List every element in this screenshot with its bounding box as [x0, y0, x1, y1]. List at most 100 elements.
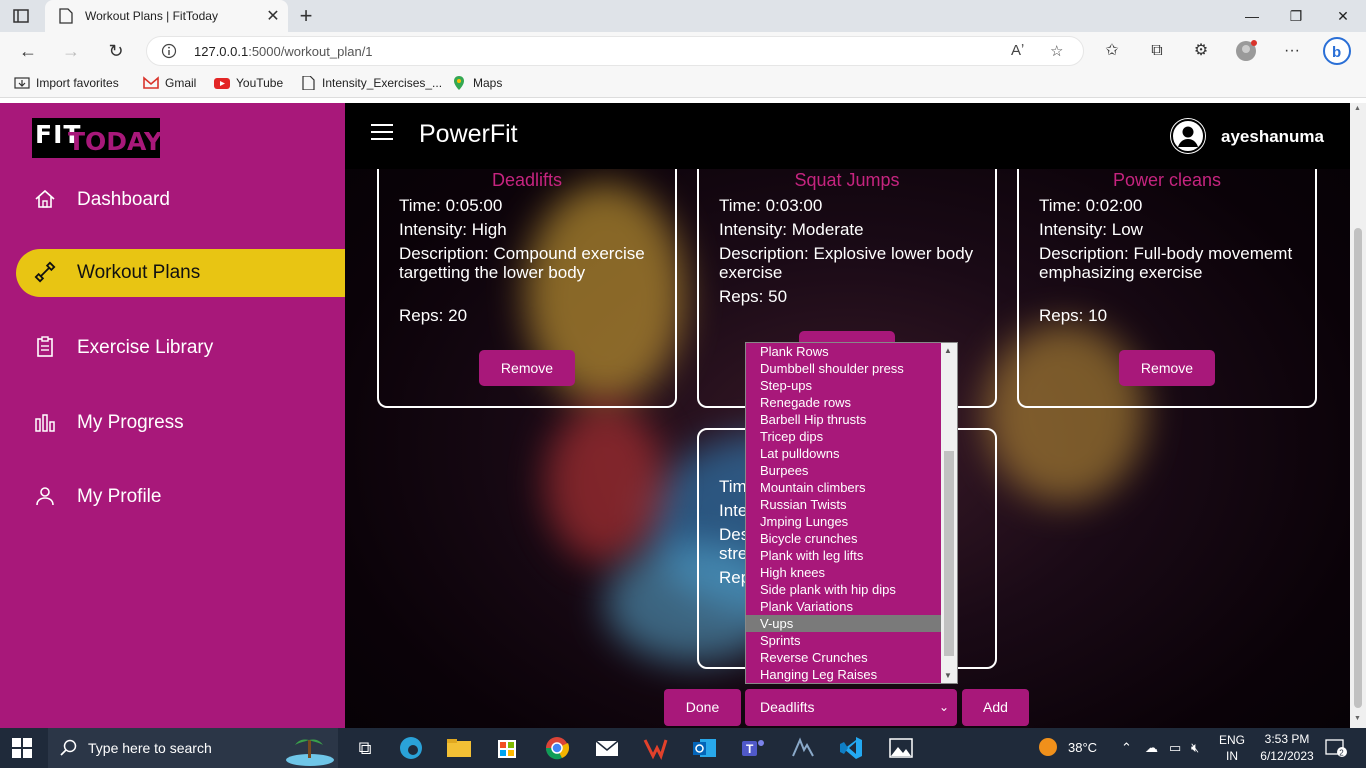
- tab-actions-icon[interactable]: [10, 6, 32, 26]
- clock[interactable]: 3:53 PM 6/12/2023: [1256, 731, 1318, 765]
- onedrive-icon[interactable]: ☁: [1145, 740, 1158, 756]
- background-art: [545, 403, 665, 563]
- mail-icon[interactable]: [592, 734, 622, 762]
- forward-icon[interactable]: →: [59, 40, 83, 62]
- info-icon[interactable]: [161, 43, 177, 59]
- close-window-icon[interactable]: ✕: [1320, 0, 1366, 32]
- teams-icon[interactable]: T: [738, 734, 768, 762]
- dropdown-option[interactable]: High knees: [746, 564, 941, 581]
- add-button[interactable]: Add: [962, 689, 1029, 726]
- sidebar-item-workout-plans[interactable]: Workout Plans: [16, 249, 345, 297]
- language-indicator[interactable]: ENG IN: [1219, 732, 1245, 764]
- photos-icon[interactable]: [886, 734, 916, 762]
- exercise-description: Description: Explosive lower body exerci…: [719, 244, 974, 282]
- sidebar-item-dashboard[interactable]: Dashboard: [16, 176, 345, 224]
- exercise-intensity: Intensity: Low: [1039, 220, 1143, 239]
- dropdown-option[interactable]: Russian Twists: [746, 496, 941, 513]
- browser-tab[interactable]: Workout Plans | FitToday ✕: [45, 0, 288, 32]
- weather-temp[interactable]: 38°C: [1068, 740, 1097, 755]
- new-tab-icon[interactable]: +: [296, 3, 316, 29]
- sidebar-item-exercise-library[interactable]: Exercise Library: [16, 324, 345, 372]
- favorite-intensity[interactable]: Intensity_Exercises_...: [300, 76, 442, 90]
- task-view-icon[interactable]: ⧉: [350, 734, 380, 762]
- remove-button[interactable]: Remove: [479, 350, 575, 386]
- chrome-icon[interactable]: [542, 734, 572, 762]
- page-scrollbar[interactable]: ▲ ▼: [1350, 103, 1366, 728]
- username[interactable]: ayeshanuma: [1221, 127, 1324, 147]
- sql-studio-icon[interactable]: [788, 734, 818, 762]
- vscode-icon[interactable]: [836, 734, 866, 762]
- dropdown-option[interactable]: Jmping Lunges: [746, 513, 941, 530]
- scroll-up-icon[interactable]: ▲: [944, 346, 952, 355]
- back-icon[interactable]: ←: [16, 40, 40, 62]
- dropdown-option[interactable]: Reverse Crunches: [746, 649, 941, 666]
- notifications-icon[interactable]: 2: [1325, 738, 1347, 761]
- favorite-youtube[interactable]: YouTube: [214, 76, 283, 90]
- favorite-maps[interactable]: Maps: [451, 76, 502, 90]
- menu-icon[interactable]: [371, 124, 393, 142]
- dropdown-option[interactable]: Sprints: [746, 632, 941, 649]
- dropdown-option[interactable]: Mountain climbers: [746, 479, 941, 496]
- scroll-thumb[interactable]: [1354, 228, 1362, 708]
- dumbbell-icon: [34, 261, 56, 283]
- sidebar-item-my-profile[interactable]: My Profile: [16, 473, 345, 521]
- main-content: PowerFit ayeshanuma Deadlifts Time: 0:05…: [345, 103, 1350, 728]
- remove-button[interactable]: Remove: [1119, 350, 1215, 386]
- network-icon[interactable]: ▭: [1169, 740, 1181, 756]
- weather-icon[interactable]: [1038, 737, 1058, 760]
- chevron-up-icon[interactable]: ⌃: [1121, 740, 1132, 756]
- bing-icon[interactable]: b: [1322, 37, 1351, 65]
- windows-start-icon[interactable]: [12, 738, 32, 758]
- exercise-dropdown-list[interactable]: Plank Rows Dumbbell shoulder press Step-up…: [745, 342, 958, 684]
- collections-icon[interactable]: ⧉: [1145, 40, 1169, 62]
- dropdown-option[interactable]: Tricep dips: [746, 428, 941, 445]
- dropdown-option[interactable]: Bicycle crunches: [746, 530, 941, 547]
- taskbar-search[interactable]: Type here to search: [48, 728, 338, 768]
- refresh-icon[interactable]: ↻: [104, 40, 128, 62]
- file-explorer-icon[interactable]: [444, 734, 474, 762]
- minimize-icon[interactable]: —: [1229, 0, 1275, 32]
- exercise-description: Description: Full-body movememt emphasiz…: [1039, 244, 1293, 282]
- dropdown-scrollbar[interactable]: ▲ ▼: [941, 343, 957, 683]
- user-avatar-icon: [1171, 119, 1205, 153]
- dropdown-option[interactable]: Side plank with hip dips: [746, 581, 941, 598]
- favorite-import[interactable]: Import favorites: [14, 76, 119, 90]
- dropdown-option[interactable]: Barbell Hip thrusts: [746, 411, 941, 428]
- favorite-star-icon[interactable]: ☆: [1050, 42, 1063, 60]
- sidebar-item-my-progress[interactable]: My Progress: [16, 399, 345, 447]
- office-icon[interactable]: [640, 734, 670, 762]
- fittoday-logo[interactable]: FIT TODAY: [32, 118, 162, 158]
- dropdown-option[interactable]: Lat pulldowns: [746, 445, 941, 462]
- exercise-reps: Reps: 20: [399, 306, 468, 325]
- profile-icon[interactable]: [1234, 40, 1258, 62]
- dropdown-option[interactable]: Renegade rows: [746, 394, 941, 411]
- scroll-up-icon[interactable]: ▲: [1354, 105, 1361, 112]
- favorites-icon[interactable]: ✩: [1100, 40, 1124, 62]
- address-bar: ← → ↻ 127.0.0.1:5000/workout_plan/1 Aʼ ☆…: [0, 32, 1366, 70]
- edge-icon[interactable]: [396, 734, 426, 762]
- url-field[interactable]: 127.0.0.1:5000/workout_plan/1 Aʼ ☆: [146, 36, 1084, 66]
- dropdown-option[interactable]: Step-ups: [746, 377, 941, 394]
- dropdown-option[interactable]: V-ups: [746, 615, 941, 632]
- exercise-select[interactable]: Deadlifts ⌄: [745, 689, 957, 726]
- dropdown-option[interactable]: Plank Rows: [746, 343, 941, 360]
- close-tab-icon[interactable]: ✕: [263, 6, 283, 26]
- dropdown-option[interactable]: Plank Variations: [746, 598, 941, 615]
- extensions-icon[interactable]: ⚙: [1189, 40, 1213, 62]
- done-button[interactable]: Done: [664, 689, 741, 726]
- favorite-gmail[interactable]: Gmail: [143, 76, 196, 90]
- avatar[interactable]: [1170, 118, 1206, 154]
- dropdown-option[interactable]: Burpees: [746, 462, 941, 479]
- outlook-icon[interactable]: [690, 734, 720, 762]
- dropdown-option[interactable]: Plank with leg lifts: [746, 547, 941, 564]
- read-aloud-icon[interactable]: Aʼ: [1011, 42, 1024, 59]
- volume-icon[interactable]: 🔇︎: [1191, 740, 1199, 756]
- dropdown-option[interactable]: Dumbbell shoulder press: [746, 360, 941, 377]
- scroll-down-icon[interactable]: ▼: [944, 671, 952, 680]
- more-icon[interactable]: ···: [1280, 40, 1304, 62]
- scroll-thumb[interactable]: [944, 451, 954, 656]
- store-icon[interactable]: [492, 734, 522, 762]
- restore-icon[interactable]: ❐: [1273, 0, 1319, 32]
- dropdown-option[interactable]: Hanging Leg Raises: [746, 666, 941, 683]
- scroll-down-icon[interactable]: ▼: [1354, 715, 1361, 722]
